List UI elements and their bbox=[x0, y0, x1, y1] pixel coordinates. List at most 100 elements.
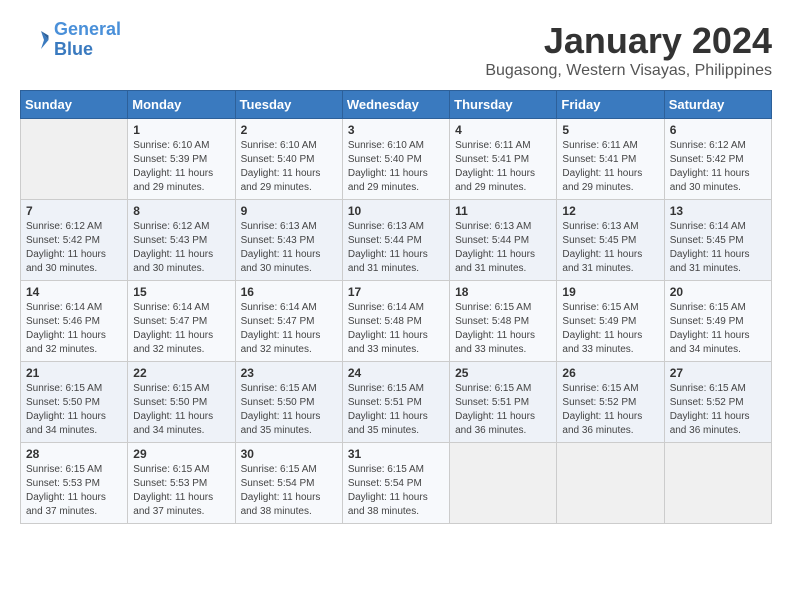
calendar-cell: 10 Sunrise: 6:13 AM Sunset: 5:44 PM Dayl… bbox=[342, 200, 449, 281]
calendar-cell: 19 Sunrise: 6:15 AM Sunset: 5:49 PM Dayl… bbox=[557, 281, 664, 362]
daylight-text: Daylight: 11 hours and 32 minutes. bbox=[241, 329, 337, 357]
day-number: 6 bbox=[670, 123, 766, 137]
day-number: 30 bbox=[241, 447, 337, 461]
logo: General Blue bbox=[20, 20, 121, 60]
calendar-week-row: 7 Sunrise: 6:12 AM Sunset: 5:42 PM Dayli… bbox=[21, 200, 772, 281]
sunset-text: Sunset: 5:53 PM bbox=[133, 477, 229, 491]
sunrise-text: Sunrise: 6:15 AM bbox=[241, 463, 337, 477]
daylight-text: Daylight: 11 hours and 30 minutes. bbox=[133, 248, 229, 276]
day-number: 27 bbox=[670, 366, 766, 380]
sunset-text: Sunset: 5:50 PM bbox=[133, 396, 229, 410]
sunset-text: Sunset: 5:44 PM bbox=[455, 234, 551, 248]
day-number: 12 bbox=[562, 204, 658, 218]
day-number: 13 bbox=[670, 204, 766, 218]
calendar-cell: 26 Sunrise: 6:15 AM Sunset: 5:52 PM Dayl… bbox=[557, 362, 664, 443]
day-number: 26 bbox=[562, 366, 658, 380]
sunset-text: Sunset: 5:49 PM bbox=[670, 315, 766, 329]
sunrise-text: Sunrise: 6:13 AM bbox=[562, 220, 658, 234]
sunrise-text: Sunrise: 6:13 AM bbox=[241, 220, 337, 234]
daylight-text: Daylight: 11 hours and 32 minutes. bbox=[133, 329, 229, 357]
day-info: Sunrise: 6:11 AM Sunset: 5:41 PM Dayligh… bbox=[562, 139, 658, 195]
day-info: Sunrise: 6:15 AM Sunset: 5:53 PM Dayligh… bbox=[26, 463, 122, 519]
day-info: Sunrise: 6:13 AM Sunset: 5:45 PM Dayligh… bbox=[562, 220, 658, 276]
sunset-text: Sunset: 5:41 PM bbox=[562, 153, 658, 167]
sunrise-text: Sunrise: 6:12 AM bbox=[26, 220, 122, 234]
calendar-week-row: 1 Sunrise: 6:10 AM Sunset: 5:39 PM Dayli… bbox=[21, 119, 772, 200]
sunset-text: Sunset: 5:45 PM bbox=[670, 234, 766, 248]
calendar-cell: 3 Sunrise: 6:10 AM Sunset: 5:40 PM Dayli… bbox=[342, 119, 449, 200]
calendar-cell: 23 Sunrise: 6:15 AM Sunset: 5:50 PM Dayl… bbox=[235, 362, 342, 443]
calendar-cell: 29 Sunrise: 6:15 AM Sunset: 5:53 PM Dayl… bbox=[128, 443, 235, 524]
calendar-header: SundayMondayTuesdayWednesdayThursdayFrid… bbox=[21, 91, 772, 119]
calendar-cell: 2 Sunrise: 6:10 AM Sunset: 5:40 PM Dayli… bbox=[235, 119, 342, 200]
daylight-text: Daylight: 11 hours and 38 minutes. bbox=[241, 491, 337, 519]
day-info: Sunrise: 6:15 AM Sunset: 5:49 PM Dayligh… bbox=[670, 301, 766, 357]
daylight-text: Daylight: 11 hours and 31 minutes. bbox=[562, 248, 658, 276]
day-info: Sunrise: 6:15 AM Sunset: 5:48 PM Dayligh… bbox=[455, 301, 551, 357]
sunset-text: Sunset: 5:40 PM bbox=[241, 153, 337, 167]
weekday-header-row: SundayMondayTuesdayWednesdayThursdayFrid… bbox=[21, 91, 772, 119]
weekday-header: Friday bbox=[557, 91, 664, 119]
daylight-text: Daylight: 11 hours and 33 minutes. bbox=[455, 329, 551, 357]
sunrise-text: Sunrise: 6:13 AM bbox=[348, 220, 444, 234]
day-info: Sunrise: 6:13 AM Sunset: 5:43 PM Dayligh… bbox=[241, 220, 337, 276]
calendar-cell bbox=[450, 443, 557, 524]
calendar-cell: 25 Sunrise: 6:15 AM Sunset: 5:51 PM Dayl… bbox=[450, 362, 557, 443]
main-title: January 2024 bbox=[485, 20, 772, 62]
calendar-cell: 18 Sunrise: 6:15 AM Sunset: 5:48 PM Dayl… bbox=[450, 281, 557, 362]
daylight-text: Daylight: 11 hours and 29 minutes. bbox=[455, 167, 551, 195]
weekday-header: Saturday bbox=[664, 91, 771, 119]
sunset-text: Sunset: 5:51 PM bbox=[348, 396, 444, 410]
daylight-text: Daylight: 11 hours and 29 minutes. bbox=[348, 167, 444, 195]
sunrise-text: Sunrise: 6:15 AM bbox=[26, 382, 122, 396]
sunrise-text: Sunrise: 6:14 AM bbox=[26, 301, 122, 315]
calendar-table: SundayMondayTuesdayWednesdayThursdayFrid… bbox=[20, 90, 772, 524]
calendar-cell: 11 Sunrise: 6:13 AM Sunset: 5:44 PM Dayl… bbox=[450, 200, 557, 281]
logo-line1: General bbox=[54, 19, 121, 39]
day-info: Sunrise: 6:10 AM Sunset: 5:40 PM Dayligh… bbox=[241, 139, 337, 195]
day-info: Sunrise: 6:10 AM Sunset: 5:39 PM Dayligh… bbox=[133, 139, 229, 195]
day-number: 2 bbox=[241, 123, 337, 137]
calendar-cell: 14 Sunrise: 6:14 AM Sunset: 5:46 PM Dayl… bbox=[21, 281, 128, 362]
day-info: Sunrise: 6:14 AM Sunset: 5:45 PM Dayligh… bbox=[670, 220, 766, 276]
sunrise-text: Sunrise: 6:14 AM bbox=[133, 301, 229, 315]
sunset-text: Sunset: 5:50 PM bbox=[241, 396, 337, 410]
daylight-text: Daylight: 11 hours and 36 minutes. bbox=[670, 410, 766, 438]
sunrise-text: Sunrise: 6:12 AM bbox=[133, 220, 229, 234]
sunrise-text: Sunrise: 6:10 AM bbox=[348, 139, 444, 153]
daylight-text: Daylight: 11 hours and 29 minutes. bbox=[133, 167, 229, 195]
sunrise-text: Sunrise: 6:15 AM bbox=[348, 382, 444, 396]
calendar-cell: 21 Sunrise: 6:15 AM Sunset: 5:50 PM Dayl… bbox=[21, 362, 128, 443]
daylight-text: Daylight: 11 hours and 30 minutes. bbox=[241, 248, 337, 276]
calendar-cell bbox=[664, 443, 771, 524]
calendar-cell: 28 Sunrise: 6:15 AM Sunset: 5:53 PM Dayl… bbox=[21, 443, 128, 524]
day-number: 28 bbox=[26, 447, 122, 461]
day-number: 29 bbox=[133, 447, 229, 461]
day-number: 11 bbox=[455, 204, 551, 218]
calendar-cell: 13 Sunrise: 6:14 AM Sunset: 5:45 PM Dayl… bbox=[664, 200, 771, 281]
day-number: 19 bbox=[562, 285, 658, 299]
daylight-text: Daylight: 11 hours and 36 minutes. bbox=[455, 410, 551, 438]
day-info: Sunrise: 6:15 AM Sunset: 5:54 PM Dayligh… bbox=[348, 463, 444, 519]
day-info: Sunrise: 6:12 AM Sunset: 5:43 PM Dayligh… bbox=[133, 220, 229, 276]
daylight-text: Daylight: 11 hours and 38 minutes. bbox=[348, 491, 444, 519]
calendar-cell: 31 Sunrise: 6:15 AM Sunset: 5:54 PM Dayl… bbox=[342, 443, 449, 524]
sunrise-text: Sunrise: 6:12 AM bbox=[670, 139, 766, 153]
sunset-text: Sunset: 5:44 PM bbox=[348, 234, 444, 248]
sunset-text: Sunset: 5:53 PM bbox=[26, 477, 122, 491]
day-number: 10 bbox=[348, 204, 444, 218]
daylight-text: Daylight: 11 hours and 37 minutes. bbox=[133, 491, 229, 519]
sunset-text: Sunset: 5:48 PM bbox=[455, 315, 551, 329]
daylight-text: Daylight: 11 hours and 30 minutes. bbox=[26, 248, 122, 276]
day-number: 21 bbox=[26, 366, 122, 380]
header: General Blue January 2024 Bugasong, West… bbox=[20, 20, 772, 80]
calendar-cell: 15 Sunrise: 6:14 AM Sunset: 5:47 PM Dayl… bbox=[128, 281, 235, 362]
day-number: 20 bbox=[670, 285, 766, 299]
day-number: 5 bbox=[562, 123, 658, 137]
daylight-text: Daylight: 11 hours and 33 minutes. bbox=[562, 329, 658, 357]
sunrise-text: Sunrise: 6:10 AM bbox=[241, 139, 337, 153]
sunset-text: Sunset: 5:54 PM bbox=[348, 477, 444, 491]
day-info: Sunrise: 6:15 AM Sunset: 5:51 PM Dayligh… bbox=[455, 382, 551, 438]
title-area: January 2024 Bugasong, Western Visayas, … bbox=[485, 20, 772, 80]
calendar-week-row: 21 Sunrise: 6:15 AM Sunset: 5:50 PM Dayl… bbox=[21, 362, 772, 443]
